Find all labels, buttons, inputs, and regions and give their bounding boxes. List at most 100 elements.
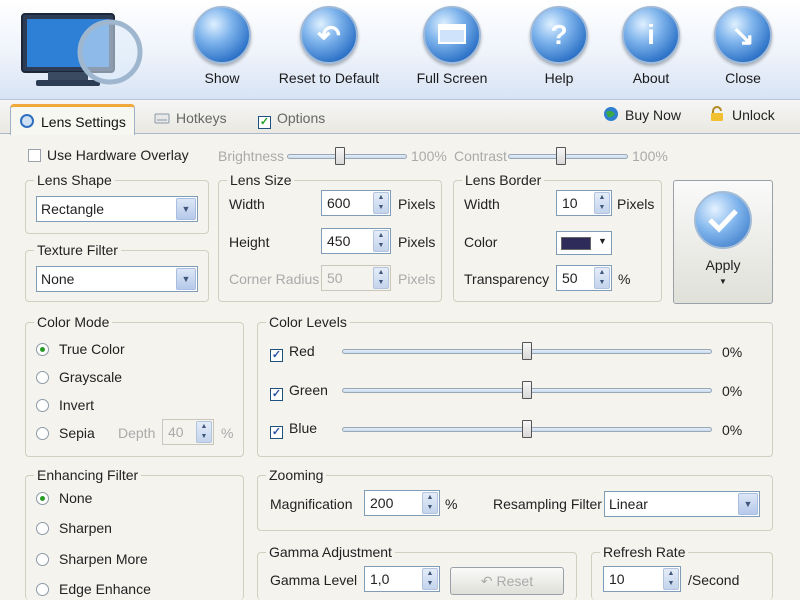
info-icon: i <box>622 6 680 64</box>
radio-label: Sepia <box>59 425 95 441</box>
depth-label: Depth <box>118 425 156 441</box>
hardware-overlay-checkbox[interactable]: Use Hardware Overlay <box>28 147 189 163</box>
transparency-unit: % <box>618 271 631 287</box>
buy-now-link[interactable]: Buy Now <box>603 106 681 123</box>
tab-lens-settings[interactable]: Lens Settings <box>10 104 135 135</box>
texture-filter-title: Texture Filter <box>34 242 121 258</box>
resampling-filter-value: Linear <box>609 496 648 512</box>
radio-edge-enhance[interactable]: Edge Enhance <box>36 581 151 597</box>
apply-button[interactable]: Apply ▼ <box>673 180 773 304</box>
chevron-down-icon[interactable]: ▼ <box>738 493 758 515</box>
checkbox-icon <box>28 149 41 162</box>
full-screen-button[interactable]: Full Screen <box>407 6 497 96</box>
radio-icon <box>36 343 49 356</box>
toolbar: Show ↶ Reset to Default Full Screen ? He… <box>0 0 800 100</box>
radio-true-color[interactable]: True Color <box>36 341 125 357</box>
brightness-slider-thumb[interactable] <box>334 147 345 165</box>
radio-label: Sharpen <box>59 520 112 536</box>
channel-label: Green <box>289 382 328 398</box>
corner-radius-label: Corner Radius <box>229 271 320 287</box>
blue-level-value: 0% <box>722 422 743 438</box>
radio-sepia[interactable]: Sepia <box>36 425 95 441</box>
contrast-slider[interactable] <box>508 154 628 159</box>
radio-sharpen-more[interactable]: Sharpen More <box>36 551 148 567</box>
border-width-unit: Pixels <box>617 196 655 212</box>
close-label: Close <box>725 70 761 86</box>
green-level-slider-thumb[interactable] <box>522 381 532 399</box>
border-color-swatch <box>561 237 591 250</box>
reset-to-default-button[interactable]: ↶ Reset to Default <box>279 6 379 96</box>
gamma-level-input[interactable]: 1,0 ▲ ▼ <box>364 566 440 592</box>
spin-arrows-icon[interactable]: ▲ ▼ <box>422 492 438 514</box>
chevron-down-icon[interactable]: ▼ <box>176 198 196 220</box>
checkbox-green[interactable]: ✓ Green <box>270 382 328 401</box>
reset-arrow-icon: ↶ <box>300 6 358 64</box>
spin-arrows-icon: ▲ ▼ <box>373 267 389 289</box>
checkmark-icon <box>694 191 752 249</box>
checkbox-blue[interactable]: ✓ Blue <box>270 420 317 439</box>
reset-arrow-icon: ↶ <box>480 573 497 589</box>
gamma-level-label: Gamma Level <box>270 572 358 588</box>
magnification-input[interactable]: 200 ▲ ▼ <box>364 490 440 516</box>
magnification-value: 200 <box>370 495 394 511</box>
globe-icon <box>603 106 619 121</box>
texture-filter-select[interactable]: None ▼ <box>36 266 198 292</box>
contrast-label: Contrast <box>454 148 507 164</box>
lens-width-unit: Pixels <box>398 196 436 212</box>
keyboard-icon <box>154 111 170 125</box>
refresh-rate-value: 10 <box>609 571 625 587</box>
red-level-value: 0% <box>722 344 743 360</box>
apply-label: Apply <box>705 257 741 273</box>
about-button[interactable]: i About <box>606 6 696 96</box>
show-button[interactable]: Show <box>177 6 267 96</box>
brightness-slider[interactable] <box>287 154 407 159</box>
spin-arrows-icon[interactable]: ▲ ▼ <box>594 192 610 214</box>
transparency-value: 50 <box>562 270 578 286</box>
spin-arrows-icon[interactable]: ▲ ▼ <box>422 568 438 590</box>
close-button[interactable]: ↘ Close <box>698 6 788 96</box>
color-levels-title: Color Levels <box>266 314 350 330</box>
spin-arrows-icon[interactable]: ▲ ▼ <box>594 267 610 289</box>
lens-border-title: Lens Border <box>462 172 545 188</box>
tab-label: Options <box>277 110 326 126</box>
tab-label: Lens Settings <box>41 114 126 130</box>
lens-height-input[interactable]: 450 ▲ ▼ <box>321 228 391 254</box>
radio-icon <box>36 399 49 412</box>
radio-label: Edge Enhance <box>59 581 151 597</box>
spin-arrows-icon[interactable]: ▲ ▼ <box>663 568 679 590</box>
resampling-filter-select[interactable]: Linear ▼ <box>604 491 760 517</box>
refresh-rate-title: Refresh Rate <box>600 544 689 560</box>
corner-radius-value: 50 <box>327 270 343 286</box>
checkmark-icon: ✓ <box>270 349 283 362</box>
brightness-value: 100% <box>411 148 447 164</box>
tab-label: Hotkeys <box>176 110 227 126</box>
border-color-picker[interactable]: ▼ <box>556 231 612 255</box>
resampling-filter-label: Resampling Filter <box>493 496 602 512</box>
lens-width-input[interactable]: 600 ▲ ▼ <box>321 190 391 216</box>
gamma-reset-label: Reset <box>496 573 534 589</box>
border-width-value: 10 <box>562 195 578 211</box>
refresh-rate-input[interactable]: 10 ▲ ▼ <box>603 566 681 592</box>
border-width-input[interactable]: 10 ▲ ▼ <box>556 190 612 216</box>
radio-grayscale[interactable]: Grayscale <box>36 369 122 385</box>
contrast-slider-thumb[interactable] <box>555 147 566 165</box>
radio-invert[interactable]: Invert <box>36 397 94 413</box>
checkmark-icon: ✓ <box>270 388 283 401</box>
spin-arrows-icon[interactable]: ▲ ▼ <box>373 230 389 252</box>
chevron-down-icon[interactable]: ▼ <box>176 268 196 290</box>
blue-level-slider-thumb[interactable] <box>522 420 532 438</box>
radio-none[interactable]: None <box>36 490 92 506</box>
spin-arrows-icon[interactable]: ▲ ▼ <box>373 192 389 214</box>
red-level-slider-thumb[interactable] <box>522 342 532 360</box>
lens-shape-title: Lens Shape <box>34 172 115 188</box>
lens-height-unit: Pixels <box>398 234 436 250</box>
lens-shape-select[interactable]: Rectangle ▼ <box>36 196 198 222</box>
tab-options[interactable]: ✓ Options <box>250 104 333 134</box>
help-button[interactable]: ? Help <box>514 6 604 96</box>
transparency-input[interactable]: 50 ▲ ▼ <box>556 265 612 291</box>
checkbox-red[interactable]: ✓ Red <box>270 343 315 362</box>
unlock-link[interactable]: Unlock <box>710 106 775 123</box>
radio-sharpen[interactable]: Sharpen <box>36 520 112 536</box>
tab-hotkeys[interactable]: Hotkeys <box>146 104 235 134</box>
options-checkbox-icon: ✓ <box>258 116 271 129</box>
